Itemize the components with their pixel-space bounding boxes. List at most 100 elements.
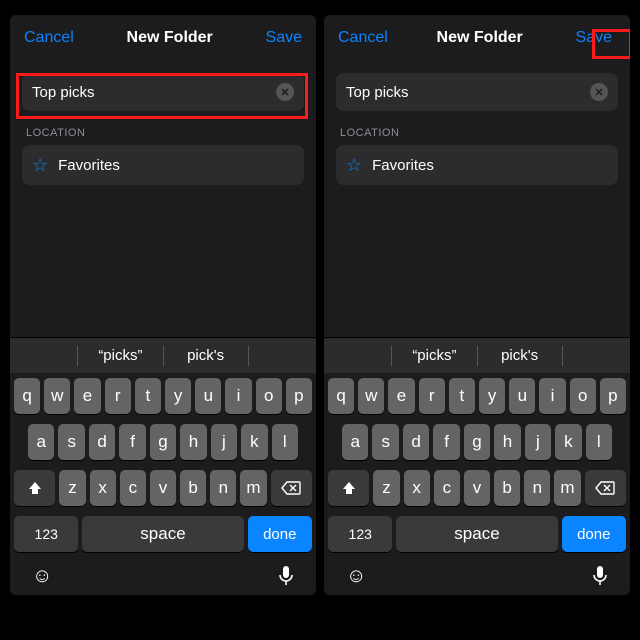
suggestion-2[interactable]: pick's: [478, 347, 562, 364]
space-key[interactable]: space: [396, 516, 557, 552]
key-q[interactable]: q: [328, 378, 354, 414]
space-key[interactable]: space: [82, 516, 243, 552]
shift-key[interactable]: [328, 470, 369, 506]
location-section-label: LOCATION: [340, 127, 614, 139]
key-i[interactable]: i: [539, 378, 565, 414]
key-e[interactable]: e: [388, 378, 414, 414]
key-row-1: qwertyuiop: [324, 373, 630, 419]
save-button[interactable]: Save: [266, 29, 302, 47]
folder-name-input-row[interactable]: ✕: [22, 73, 304, 111]
key-v[interactable]: v: [150, 470, 176, 506]
key-q[interactable]: q: [14, 378, 40, 414]
numbers-key[interactable]: 123: [14, 516, 78, 552]
backspace-key[interactable]: [271, 470, 312, 506]
emoji-icon[interactable]: ☺: [346, 565, 366, 588]
key-z[interactable]: z: [373, 470, 399, 506]
nav-title: New Folder: [127, 29, 213, 47]
key-n[interactable]: n: [524, 470, 550, 506]
star-icon: ☆: [32, 155, 48, 176]
key-row-2: asdfghjkl: [324, 419, 630, 465]
keyboard: “picks” pick's qwertyuiop asdfghjkl zxcv…: [324, 337, 630, 595]
key-x[interactable]: x: [90, 470, 116, 506]
key-f[interactable]: f: [433, 424, 459, 460]
key-b[interactable]: b: [494, 470, 520, 506]
done-key[interactable]: done: [248, 516, 312, 552]
key-row-1: qwertyuiop: [10, 373, 316, 419]
mic-icon[interactable]: [592, 565, 608, 587]
key-x[interactable]: x: [404, 470, 430, 506]
key-e[interactable]: e: [74, 378, 100, 414]
key-z[interactable]: z: [59, 470, 85, 506]
key-y[interactable]: y: [165, 378, 191, 414]
key-y[interactable]: y: [479, 378, 505, 414]
phone-right: Cancel New Folder Save ✕ LOCATION ☆ Favo…: [324, 15, 630, 595]
phone-left: Cancel New Folder Save ✕ LOCATION ☆ Favo…: [10, 15, 316, 595]
key-s[interactable]: s: [58, 424, 84, 460]
key-w[interactable]: w: [44, 378, 70, 414]
key-t[interactable]: t: [135, 378, 161, 414]
key-l[interactable]: l: [586, 424, 612, 460]
key-h[interactable]: h: [494, 424, 520, 460]
key-m[interactable]: m: [554, 470, 580, 506]
key-s[interactable]: s: [372, 424, 398, 460]
key-p[interactable]: p: [286, 378, 312, 414]
key-k[interactable]: k: [555, 424, 581, 460]
numbers-key[interactable]: 123: [328, 516, 392, 552]
save-button[interactable]: Save: [572, 27, 616, 49]
key-b[interactable]: b: [180, 470, 206, 506]
key-n[interactable]: n: [210, 470, 236, 506]
key-d[interactable]: d: [403, 424, 429, 460]
key-o[interactable]: o: [256, 378, 282, 414]
clear-text-icon[interactable]: ✕: [276, 83, 294, 101]
key-d[interactable]: d: [89, 424, 115, 460]
key-j[interactable]: j: [525, 424, 551, 460]
folder-name-input[interactable]: [346, 84, 590, 101]
folder-name-input[interactable]: [32, 84, 276, 101]
location-section-label: LOCATION: [26, 127, 300, 139]
location-row[interactable]: ☆ Favorites: [22, 145, 304, 185]
shift-key[interactable]: [14, 470, 55, 506]
location-value: Favorites: [372, 157, 434, 174]
keyboard: “picks” pick's qwertyuiop asdfghjkl zxcv…: [10, 337, 316, 595]
suggestion-1[interactable]: “picks”: [392, 347, 476, 364]
nav-bar: Cancel New Folder Save: [10, 15, 316, 61]
suggestion-1[interactable]: “picks”: [78, 347, 162, 364]
emoji-icon[interactable]: ☺: [32, 565, 52, 588]
key-a[interactable]: a: [342, 424, 368, 460]
key-h[interactable]: h: [180, 424, 206, 460]
key-p[interactable]: p: [600, 378, 626, 414]
key-r[interactable]: r: [105, 378, 131, 414]
location-row[interactable]: ☆ Favorites: [336, 145, 618, 185]
suggestion-bar: “picks” pick's: [324, 337, 630, 373]
cancel-button[interactable]: Cancel: [24, 29, 74, 47]
key-j[interactable]: j: [211, 424, 237, 460]
key-k[interactable]: k: [241, 424, 267, 460]
folder-name-input-row[interactable]: ✕: [336, 73, 618, 111]
key-o[interactable]: o: [570, 378, 596, 414]
key-i[interactable]: i: [225, 378, 251, 414]
clear-text-icon[interactable]: ✕: [590, 83, 608, 101]
key-c[interactable]: c: [434, 470, 460, 506]
key-row-3: zxcvbnm: [10, 465, 316, 511]
key-f[interactable]: f: [119, 424, 145, 460]
backspace-key[interactable]: [585, 470, 626, 506]
done-key[interactable]: done: [562, 516, 626, 552]
nav-title: New Folder: [437, 29, 523, 47]
key-row-3: zxcvbnm: [324, 465, 630, 511]
mic-icon[interactable]: [278, 565, 294, 587]
key-r[interactable]: r: [419, 378, 445, 414]
suggestion-2[interactable]: pick's: [164, 347, 248, 364]
key-l[interactable]: l: [272, 424, 298, 460]
key-g[interactable]: g: [464, 424, 490, 460]
key-t[interactable]: t: [449, 378, 475, 414]
keyboard-bottom-bar: ☺: [10, 557, 316, 595]
key-c[interactable]: c: [120, 470, 146, 506]
key-w[interactable]: w: [358, 378, 384, 414]
key-g[interactable]: g: [150, 424, 176, 460]
key-v[interactable]: v: [464, 470, 490, 506]
key-a[interactable]: a: [28, 424, 54, 460]
key-u[interactable]: u: [509, 378, 535, 414]
key-m[interactable]: m: [240, 470, 266, 506]
cancel-button[interactable]: Cancel: [338, 29, 388, 47]
key-u[interactable]: u: [195, 378, 221, 414]
